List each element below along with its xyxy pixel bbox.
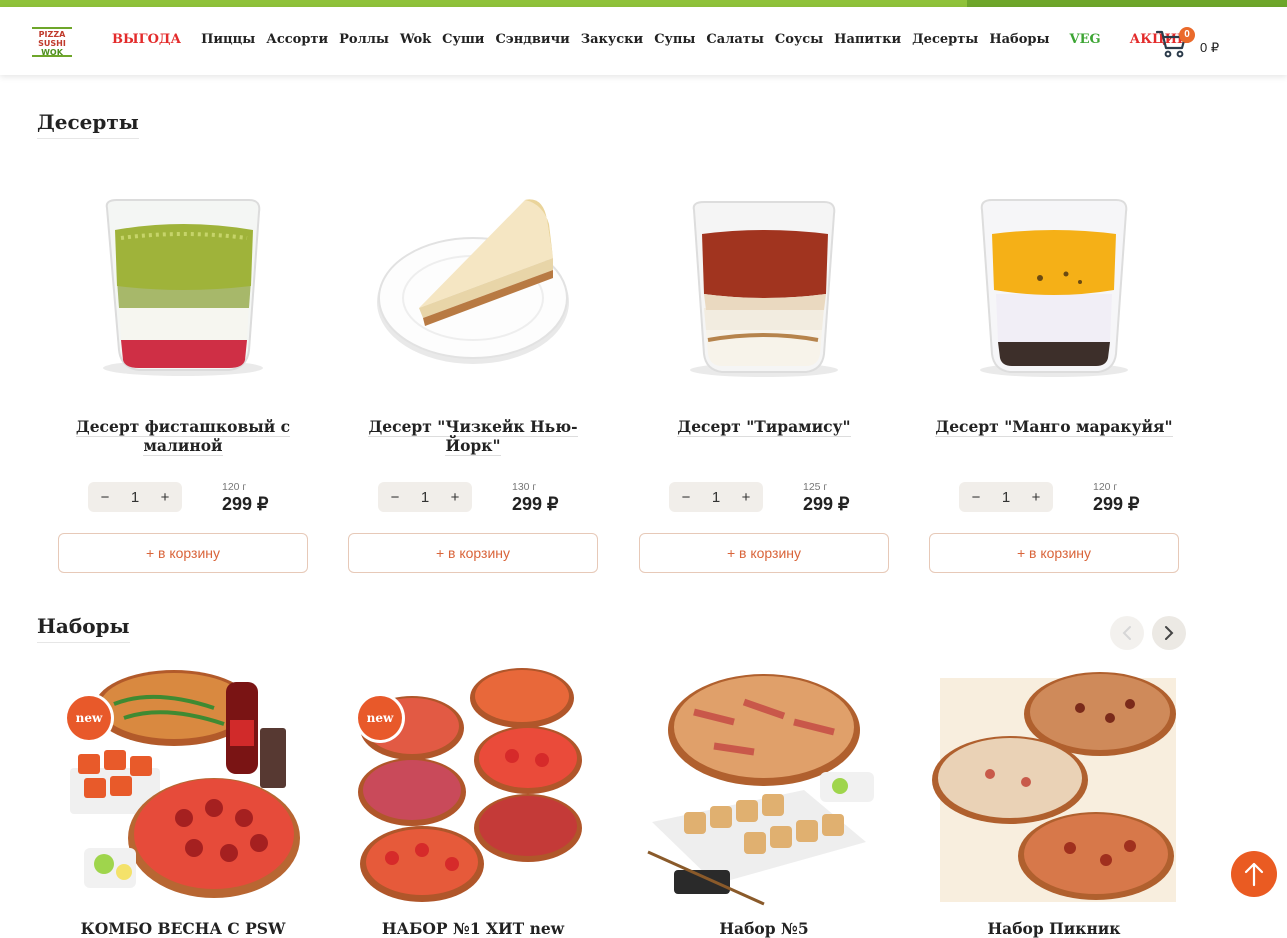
nav-item-veg[interactable]: VEG [1070,32,1101,47]
add-to-cart-button[interactable]: + в корзину [58,533,308,573]
nav-item-soups[interactable]: Супы [654,32,695,47]
product-weight: 120 г [1093,481,1118,493]
quantity-value: 1 [420,488,430,506]
quantity-value: 1 [130,488,140,506]
nav-item-drinks[interactable]: Напитки [834,32,901,47]
site-logo[interactable]: PIZZA SUSHI WOK [32,27,72,57]
cart-total: 0 ₽ [1200,40,1220,55]
chevron-left-icon [1122,626,1131,640]
decrease-button[interactable]: − [679,489,693,506]
product-image[interactable] [77,190,289,386]
quantity-stepper: − 1 + [378,482,472,512]
set-name[interactable]: Набор №5 [638,919,890,938]
product-name-text: Десерт фисташковый с малиной [75,417,291,456]
nav-item-assorti[interactable]: Ассорти [266,32,328,47]
product-image[interactable] [658,190,870,386]
main-nav: ВЫГОДА Пиццы Ассорти Роллы Wok Суши Сэнд… [112,32,1200,47]
decrease-button[interactable]: − [98,489,112,506]
carousel-next-button[interactable] [1152,616,1186,650]
add-to-cart-button[interactable]: + в корзину [348,533,598,573]
nav-item-rolls[interactable]: Роллы [339,32,389,47]
section-title-sets: Наборы [37,614,130,643]
cart-count-badge: 0 [1179,27,1195,43]
new-badge: new [358,696,402,740]
increase-button[interactable]: + [1029,489,1043,506]
set-name[interactable]: КОМБО ВЕСНА С PSW [57,919,309,938]
increase-button[interactable]: + [448,489,462,506]
nav-item-pizza[interactable]: Пиццы [201,32,255,47]
top-accent-bar [0,0,1287,7]
nav-item-snacks[interactable]: Закуски [581,32,643,47]
product-price: 299 ₽ [222,494,269,514]
nav-item-sauces[interactable]: Соусы [775,32,823,47]
quantity-stepper: − 1 + [669,482,763,512]
product-price: 299 ₽ [803,494,850,514]
increase-button[interactable]: + [158,489,172,506]
nav-item-desserts[interactable]: Десерты [912,32,978,47]
product-name-text: Десерт "Чизкейк Нью-Йорк" [368,417,578,456]
arrow-up-icon [1244,862,1264,887]
set-image[interactable] [644,672,884,908]
product-image[interactable] [367,190,579,386]
site-header: PIZZA SUSHI WOK ВЫГОДА Пиццы Ассорти Рол… [0,7,1287,75]
carousel-prev-button[interactable] [1110,616,1144,650]
product-weight: 125 г [803,481,828,493]
product-name-text: Десерт "Тирамису" [677,417,851,437]
section-title-desserts: Десерты [37,110,139,139]
set-name[interactable]: НАБОР №1 ХИТ new [347,919,599,938]
nav-item-sets[interactable]: Наборы [989,32,1049,47]
quantity-value: 1 [1001,488,1011,506]
product-name-text: Десерт "Манго маракуйя" [935,417,1173,437]
product-price: 299 ₽ [1093,494,1140,514]
product-weight: 120 г [222,481,247,493]
product-name[interactable]: Десерт "Тирамису" [638,417,890,437]
nav-item-salads[interactable]: Салаты [706,32,763,47]
logo-word-1: PIZZA [38,30,66,39]
increase-button[interactable]: + [739,489,753,506]
decrease-button[interactable]: − [969,489,983,506]
nav-item-sandwiches[interactable]: Сэндвичи [495,32,569,47]
product-image[interactable] [948,190,1160,386]
logo-word-3: WOK [41,48,63,57]
product-name[interactable]: Десерт "Чизкейк Нью-Йорк" [347,417,599,456]
set-name[interactable]: Набор Пикник [928,919,1180,938]
product-name[interactable]: Десерт фисташковый с малиной [57,417,309,456]
quantity-value: 1 [711,488,721,506]
nav-item-sushi[interactable]: Суши [442,32,484,47]
quantity-stepper: − 1 + [88,482,182,512]
nav-item-vygoda[interactable]: ВЫГОДА [112,32,181,47]
product-name[interactable]: Десерт "Манго маракуйя" [928,417,1180,437]
chevron-right-icon [1165,626,1174,640]
set-image[interactable] [930,668,1180,908]
decrease-button[interactable]: − [388,489,402,506]
new-badge: new [67,696,111,740]
product-weight: 130 г [512,481,537,493]
nav-item-wok[interactable]: Wok [400,32,431,47]
quantity-stepper: − 1 + [959,482,1053,512]
logo-word-2: SUSHI [38,39,66,48]
scroll-to-top-button[interactable] [1231,851,1277,897]
product-price: 299 ₽ [512,494,559,514]
add-to-cart-button[interactable]: + в корзину [639,533,889,573]
add-to-cart-button[interactable]: + в корзину [929,533,1179,573]
